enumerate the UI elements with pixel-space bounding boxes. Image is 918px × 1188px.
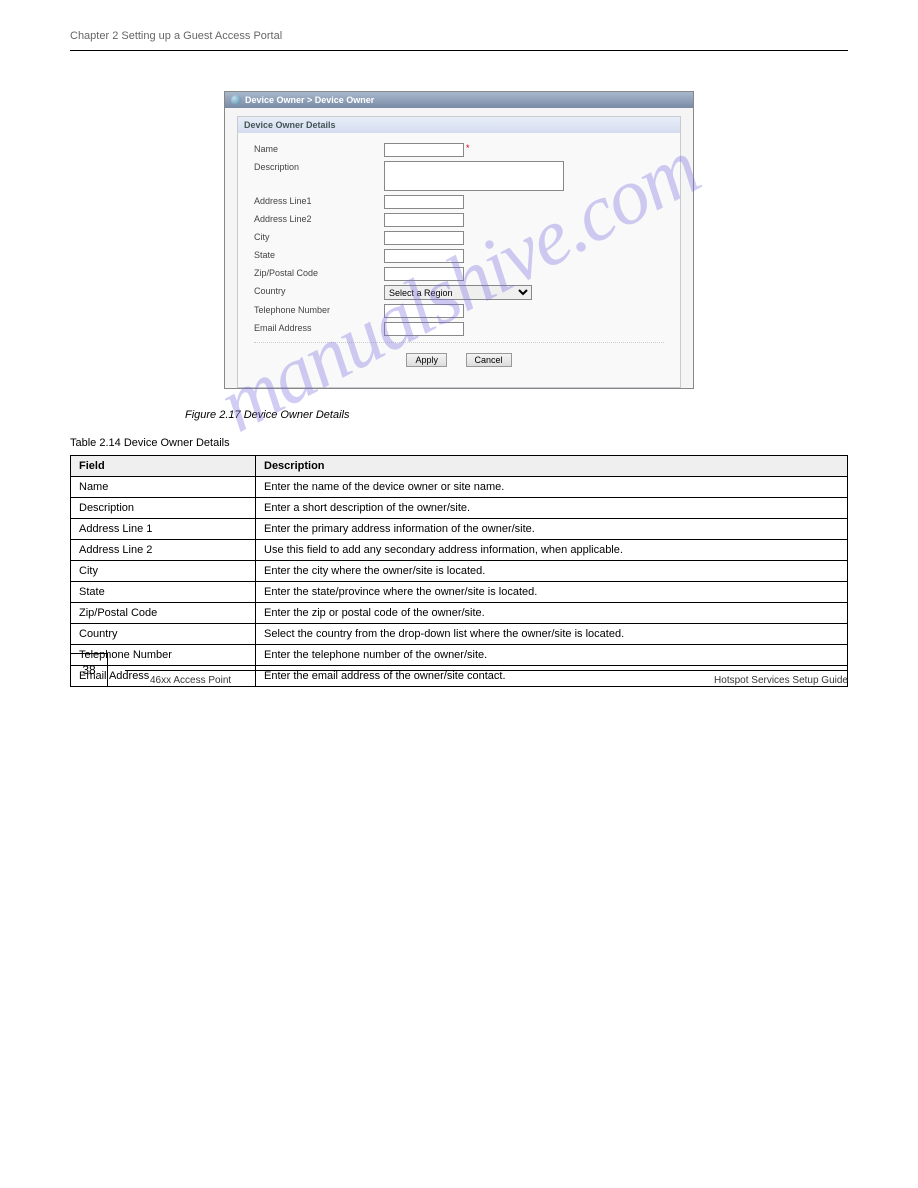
table-cell-desc: Enter the zip or postal code of the owne…: [256, 603, 848, 624]
apply-button[interactable]: Apply: [406, 353, 447, 367]
state-field[interactable]: [384, 249, 464, 263]
table-header-desc: Description: [256, 456, 848, 477]
addr1-label: Address Line1: [254, 195, 384, 206]
table-cell-field: Description: [71, 498, 256, 519]
addr2-label: Address Line2: [254, 213, 384, 224]
table-row: NameEnter the name of the device owner o…: [71, 477, 848, 498]
table-cell-field: Country: [71, 624, 256, 645]
globe-icon: [231, 95, 241, 105]
breadcrumb: Device Owner > Device Owner: [225, 92, 693, 108]
page-number: 38: [70, 653, 108, 687]
table-row: CityEnter the city where the owner/site …: [71, 561, 848, 582]
table-row: CountrySelect the country from the drop-…: [71, 624, 848, 645]
table-cell-field: City: [71, 561, 256, 582]
table-cell-field: Address Line 2: [71, 540, 256, 561]
breadcrumb-text: Device Owner > Device Owner: [245, 95, 374, 105]
zip-field[interactable]: [384, 267, 464, 281]
footer: 38 46xx Access Point Hotspot Services Se…: [70, 653, 848, 687]
table-cell-desc: Enter a short description of the owner/s…: [256, 498, 848, 519]
table-row: Address Line 1Enter the primary address …: [71, 519, 848, 540]
table-cell-desc: Enter the city where the owner/site is l…: [256, 561, 848, 582]
table-row: StateEnter the state/province where the …: [71, 582, 848, 603]
table-cell-desc: Use this field to add any secondary addr…: [256, 540, 848, 561]
name-label: Name: [254, 143, 384, 154]
panel-title: Device Owner Details: [238, 117, 680, 133]
device-owner-screenshot: Device Owner > Device Owner Device Owner…: [224, 91, 694, 389]
addr2-field[interactable]: [384, 213, 464, 227]
city-label: City: [254, 231, 384, 242]
table-cell-field: State: [71, 582, 256, 603]
required-asterisk: *: [466, 143, 470, 153]
telephone-field[interactable]: [384, 304, 464, 318]
panel: Device Owner Details Name * Description …: [237, 116, 681, 388]
page-header: Chapter 2 Setting up a Guest Access Port…: [70, 30, 848, 42]
cancel-button[interactable]: Cancel: [466, 353, 512, 367]
table-row: Zip/Postal CodeEnter the zip or postal c…: [71, 603, 848, 624]
table-cell-desc: Enter the name of the device owner or si…: [256, 477, 848, 498]
zip-label: Zip/Postal Code: [254, 267, 384, 278]
email-field[interactable]: [384, 322, 464, 336]
header-rule: [70, 50, 848, 51]
table-cell-desc: Select the country from the drop-down li…: [256, 624, 848, 645]
country-label: Country: [254, 285, 384, 296]
table-row: Address Line 2Use this field to add any …: [71, 540, 848, 561]
name-field[interactable]: [384, 143, 464, 157]
footer-left: 46xx Access Point: [150, 675, 231, 686]
table-caption: Table 2.14 Device Owner Details: [70, 437, 848, 449]
state-label: State: [254, 249, 384, 260]
country-select[interactable]: Select a Region: [384, 285, 532, 300]
table-header-field: Field: [71, 456, 256, 477]
description-label: Description: [254, 161, 384, 172]
email-label: Email Address: [254, 322, 384, 333]
table-cell-field: Name: [71, 477, 256, 498]
description-field[interactable]: [384, 161, 564, 191]
addr1-field[interactable]: [384, 195, 464, 209]
table-cell-desc: Enter the state/province where the owner…: [256, 582, 848, 603]
footer-right: Hotspot Services Setup Guide: [714, 675, 848, 686]
figure-caption: Figure 2.17 Device Owner Details: [185, 409, 848, 421]
telephone-label: Telephone Number: [254, 304, 384, 315]
table-cell-field: Zip/Postal Code: [71, 603, 256, 624]
table-row: DescriptionEnter a short description of …: [71, 498, 848, 519]
table-cell-desc: Enter the primary address information of…: [256, 519, 848, 540]
table-cell-field: Address Line 1: [71, 519, 256, 540]
city-field[interactable]: [384, 231, 464, 245]
